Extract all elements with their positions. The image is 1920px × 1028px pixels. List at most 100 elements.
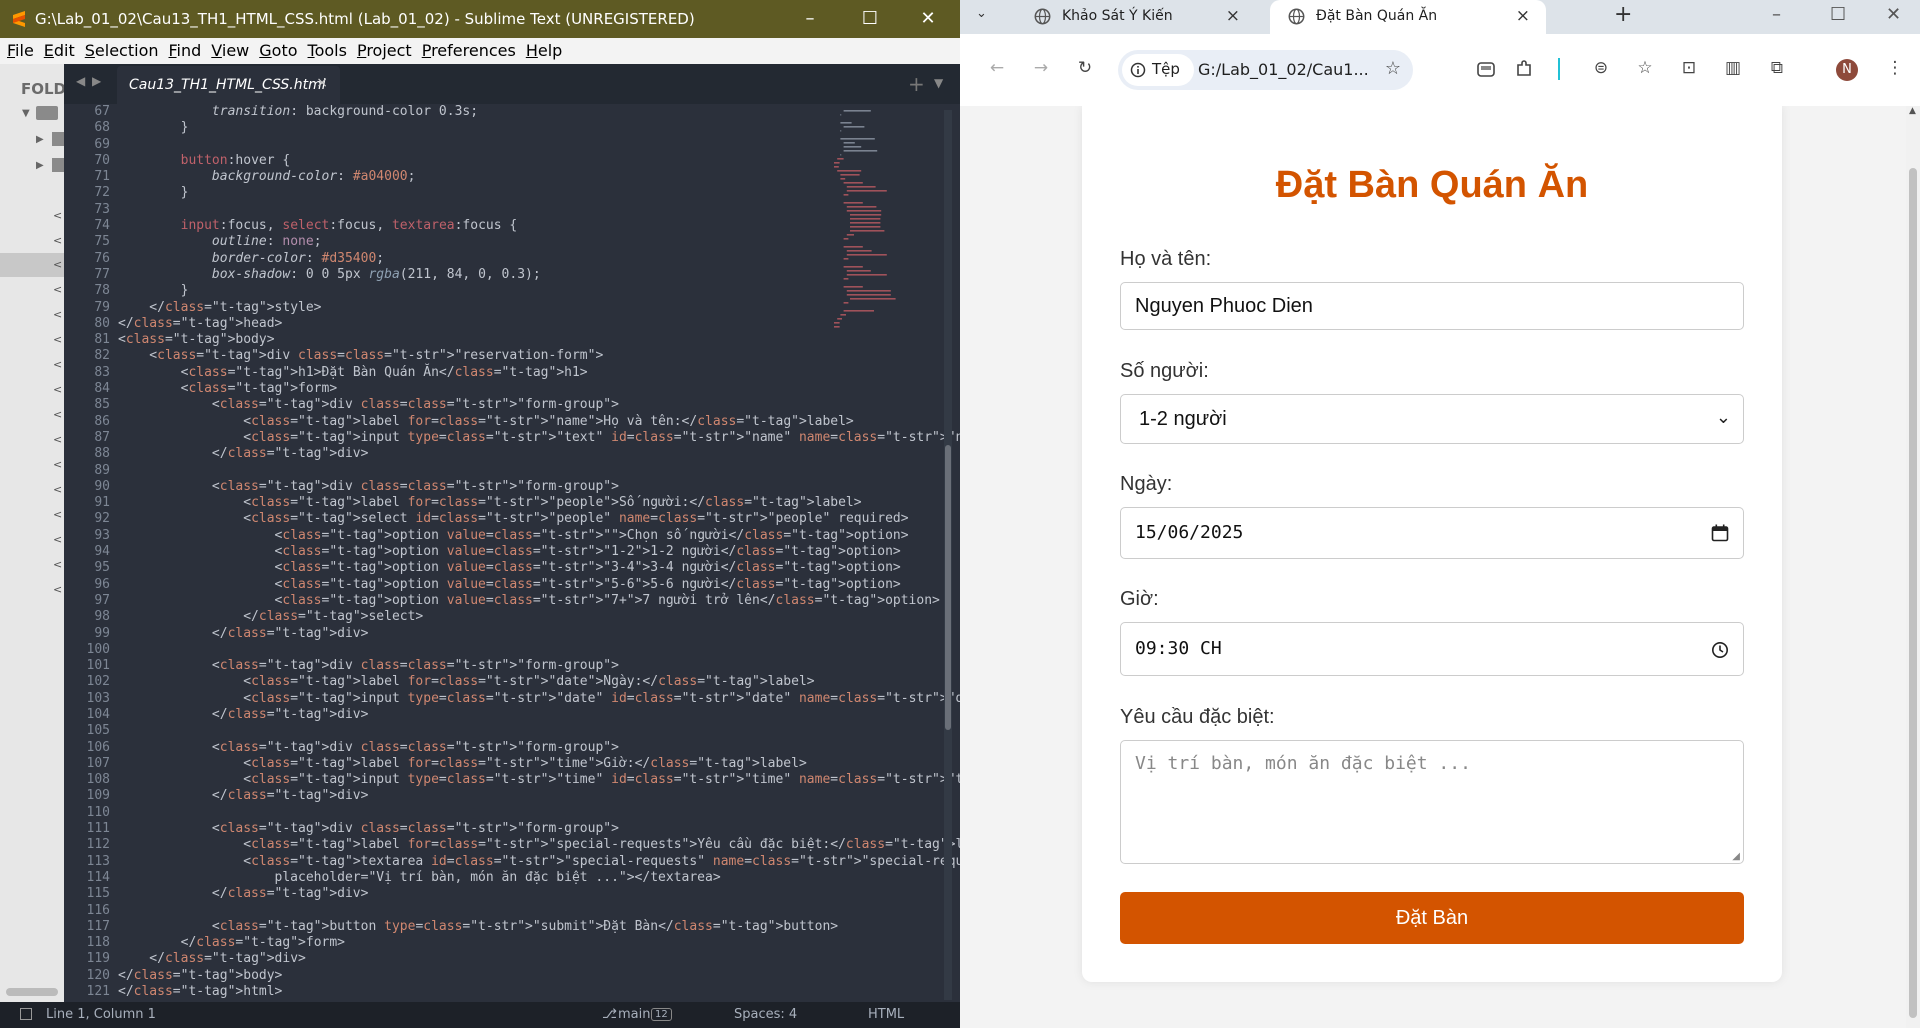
code-line[interactable]: input:focus, select:focus, textarea:focu… (118, 218, 828, 234)
code-line[interactable]: <class="t-tag">label for=class="t-str">"… (118, 756, 828, 772)
code-line[interactable]: <class="t-tag">select id=class="t-str">"… (118, 511, 908, 527)
sidebar-file-row[interactable]: < (0, 553, 64, 577)
code-line[interactable] (118, 137, 828, 153)
code-line[interactable]: <class="t-tag">option value=class="t-str… (118, 544, 901, 560)
sidebar-file-row[interactable]: < (0, 528, 64, 552)
code-line[interactable]: <class="t-tag">form> (118, 381, 828, 397)
reader-mode-icon[interactable]: ▥ (1722, 58, 1744, 80)
tab-khao-sat[interactable]: Khảo Sát Ý Kiến × (1016, 0, 1256, 34)
time-input[interactable]: 09:30 CH (1120, 622, 1744, 676)
code-line[interactable]: <class="t-tag">div class=class="t-str">"… (118, 348, 828, 364)
code-line[interactable]: <class="t-tag">textarea id=class="t-str"… (118, 854, 1002, 870)
chevron-down-icon[interactable]: ▼ (22, 108, 30, 119)
tab-list-icon[interactable]: ▼ (934, 76, 943, 90)
bookmark-star-icon[interactable]: ☆ (1385, 58, 1401, 79)
sidebar-file-row[interactable]: < (0, 204, 64, 228)
code-line[interactable]: </class="t-tag">html> (118, 984, 828, 1000)
minimap[interactable] (830, 104, 940, 404)
more-menu-icon[interactable]: ⋮ (1884, 58, 1906, 80)
code-line[interactable] (118, 642, 828, 658)
menu-selection[interactable]: Selection (78, 38, 162, 60)
code-line[interactable]: <class="t-tag">div class=class="t-str">"… (118, 397, 828, 413)
code-line[interactable]: </class="t-tag">div> (118, 446, 828, 462)
sidebar-file-row[interactable]: < (0, 328, 64, 352)
code-line[interactable]: </class="t-tag">div> (118, 788, 828, 804)
resize-handle-icon[interactable]: ◢ (1732, 851, 1740, 862)
code-line[interactable]: } (118, 283, 828, 299)
minimize-icon[interactable]: – (1772, 4, 1781, 25)
code-line[interactable] (118, 202, 828, 218)
tab-close-icon[interactable]: × (1516, 6, 1530, 26)
code-line[interactable]: <class="t-tag">div class=class="t-str">"… (118, 479, 828, 495)
new-tab-button[interactable]: + (1614, 2, 1632, 27)
code-line[interactable] (118, 805, 828, 821)
sidebar-file-row[interactable]: < (0, 303, 64, 327)
chevron-right-icon[interactable]: ▶ (36, 134, 44, 145)
profile-avatar[interactable]: N (1836, 59, 1858, 81)
scroll-up-icon[interactable]: ▲ (1909, 106, 1916, 116)
menu-help[interactable]: Help (519, 38, 565, 60)
code-line[interactable]: background-color: #a04000; (118, 169, 828, 185)
code-line[interactable]: <class="t-tag">label for=class="t-str">"… (118, 837, 1002, 853)
sidebar-file-row[interactable]: < (0, 353, 64, 377)
favorites-icon[interactable]: ☆ (1634, 58, 1656, 80)
chevron-right-icon[interactable]: ▶ (36, 160, 44, 171)
special-requests-textarea[interactable]: Vị trí bàn, món ăn đặc biệt ... ◢ (1120, 740, 1744, 864)
scrollbar-thumb[interactable] (945, 445, 951, 730)
sidebar-file-row[interactable]: < (0, 503, 64, 527)
forward-icon[interactable]: → (1030, 58, 1052, 80)
folder-icon[interactable] (36, 106, 58, 120)
syntax-status[interactable]: HTML (868, 1007, 904, 1022)
maximize-icon[interactable]: ☐ (1830, 4, 1846, 25)
code-line[interactable]: </class="t-tag">head> (118, 316, 828, 332)
code-line[interactable]: </class="t-tag">select> (118, 609, 828, 625)
git-branch[interactable]: main (618, 1007, 650, 1022)
code-line[interactable]: <class="t-tag">input type=class="t-str">… (118, 691, 1073, 707)
reload-icon[interactable]: ↻ (1074, 58, 1096, 80)
menu-edit[interactable]: Edit (37, 38, 78, 60)
menu-tools[interactable]: Tools (301, 38, 350, 60)
nav-forward-icon[interactable]: ▶ (92, 74, 101, 88)
menu-project[interactable]: Project (350, 38, 415, 60)
sidebar-file-row[interactable]: < (0, 278, 64, 302)
panel-toggle-icon[interactable] (20, 1008, 32, 1020)
editor-scrollbar[interactable] (944, 110, 952, 1000)
code-line[interactable]: <class="t-tag">h1>Đặt Bàn Quán Ăn</class… (118, 365, 828, 381)
code-line[interactable]: <class="t-tag">button type=class="t-str"… (118, 919, 838, 935)
code-line[interactable]: <class="t-tag">label for=class="t-str">"… (118, 674, 828, 690)
sidebar-file-row[interactable]: < (0, 453, 64, 477)
code-line[interactable]: button:hover { (118, 153, 828, 169)
menu-preferences[interactable]: Preferences (415, 38, 519, 60)
tab-search-icon[interactable]: ⌄ (976, 6, 987, 21)
code-area[interactable]: transition: background-color 0.3s; } but… (118, 104, 1073, 1002)
code-line[interactable]: </class="t-tag">div> (118, 626, 828, 642)
menu-find[interactable]: Find (162, 38, 205, 60)
clock-icon[interactable] (1711, 641, 1729, 659)
indentation-status[interactable]: Spaces: 4 (734, 1007, 797, 1022)
code-line[interactable]: <class="t-tag">input type=class="t-str">… (118, 772, 1073, 788)
translate-icon[interactable]: ⧉ (1766, 58, 1788, 80)
menu-goto[interactable]: Goto (252, 38, 300, 60)
code-line[interactable]: outline: none; (118, 234, 828, 250)
sidebar-file-row[interactable]: < (0, 428, 64, 452)
back-icon[interactable]: ← (986, 58, 1008, 80)
code-line[interactable]: <class="t-tag">div class=class="t-str">"… (118, 740, 828, 756)
tab-close-icon[interactable]: × (316, 75, 328, 91)
code-line[interactable]: </class="t-tag">div> (118, 886, 828, 902)
people-select[interactable]: 1-2 người ⌄ (1120, 394, 1744, 444)
code-line[interactable]: transition: background-color 0.3s; (118, 104, 828, 120)
code-line[interactable]: </class="t-tag">body> (118, 968, 828, 984)
new-tab-icon[interactable]: + (908, 72, 925, 96)
minimize-icon[interactable]: – (786, 0, 834, 38)
scrollbar-thumb[interactable] (1909, 168, 1917, 1018)
code-line[interactable]: } (118, 120, 828, 136)
code-line[interactable] (118, 463, 828, 479)
sidebar-file-row[interactable]: < (0, 478, 64, 502)
code-line[interactable]: box-shadow: 0 0 5px rgba(211, 84, 0, 0.3… (118, 267, 828, 283)
date-input[interactable]: 15/06/2025 (1120, 507, 1744, 559)
code-line[interactable]: <class="t-tag">div class=class="t-str">"… (118, 658, 828, 674)
code-line[interactable]: </class="t-tag">form> (118, 935, 828, 951)
code-line[interactable]: <class="t-tag">label for=class="t-str">"… (118, 495, 861, 511)
menu-file[interactable]: File (0, 38, 37, 60)
reading-list-icon[interactable] (1476, 59, 1496, 79)
